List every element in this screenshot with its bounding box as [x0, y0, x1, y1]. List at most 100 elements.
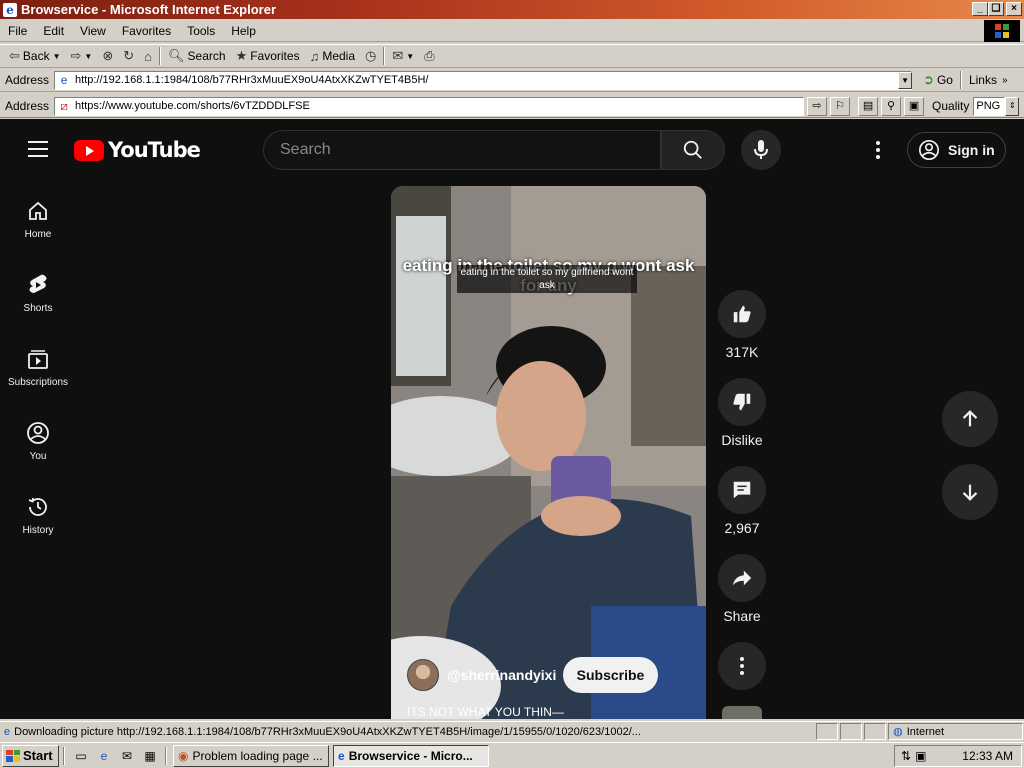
taskbar-separator	[165, 746, 167, 765]
favorites-label: Favorites	[250, 49, 300, 63]
search-placeholder: Search	[280, 141, 331, 158]
taskbar: Start ▭ e ✉ ▦ ◉ Problem loading page ...…	[0, 742, 1024, 768]
print-button[interactable]: ⎙	[419, 45, 439, 67]
quality-spinner[interactable]: ⇕	[1005, 96, 1020, 116]
menu-bar: File Edit View Favorites Tools Help	[0, 20, 1024, 42]
next-video-button[interactable]	[942, 464, 998, 520]
network-icon[interactable]: ⇅	[901, 749, 911, 763]
favorites-button[interactable]: ★ Favorites	[231, 45, 305, 67]
search-submit-button[interactable]	[661, 130, 725, 170]
outlook-icon[interactable]: ✉	[118, 747, 136, 765]
forward-button[interactable]: ⇨ ▼	[66, 45, 98, 67]
start-button[interactable]: Start	[2, 744, 59, 767]
go-arrow-button[interactable]: ⇨	[807, 96, 828, 116]
forward-dropdown-icon[interactable]: ▼	[84, 52, 92, 61]
sound-thumbnail[interactable]	[722, 706, 762, 719]
channel-avatar[interactable]	[407, 659, 439, 691]
subscribe-button[interactable]: Subscribe	[563, 657, 658, 693]
like-button[interactable]	[718, 290, 766, 338]
menu-help[interactable]: Help	[223, 24, 264, 38]
thumbs-up-icon	[733, 305, 751, 323]
back-dropdown-icon[interactable]: ▼	[53, 52, 61, 61]
dislike-button[interactable]	[718, 378, 766, 426]
menu-view[interactable]: View	[72, 24, 114, 38]
sign-in-button[interactable]: Sign in	[907, 132, 1006, 168]
youtube-logo[interactable]: YouTube	[74, 138, 201, 162]
previous-video-button[interactable]	[942, 391, 998, 447]
status-panel	[816, 723, 839, 740]
toolbar-separator	[159, 47, 162, 65]
history-button[interactable]: ◷	[360, 45, 381, 67]
search-input[interactable]: Search	[263, 130, 661, 170]
clipboard-icon[interactable]: ▣	[904, 96, 925, 116]
account-icon	[919, 140, 939, 160]
firefox-icon: ◉	[178, 748, 189, 763]
voice-search-button[interactable]	[741, 130, 781, 170]
binoculars-icon[interactable]: ⚲	[881, 96, 902, 116]
media-button[interactable]: ♫ Media	[305, 45, 360, 67]
window-title-bar[interactable]: e Browservice - Microsoft Internet Explo…	[0, 0, 1024, 19]
explorer-icon[interactable]: ▦	[141, 747, 159, 765]
video-description[interactable]: ITS NOT WHAT YOU THIN—	[407, 705, 564, 719]
history-icon: ◷	[365, 48, 377, 63]
sidebar-item-subscriptions[interactable]: Subscriptions	[0, 337, 76, 397]
sidebar-item-you[interactable]: You	[0, 411, 76, 471]
quality-label: Quality	[932, 99, 970, 113]
channel-row: @sherrinandyixi Subscribe	[407, 657, 658, 693]
back-button[interactable]: ⇦ Back ▼	[4, 45, 66, 67]
hamburger-menu-icon[interactable]	[28, 141, 48, 157]
address-dropdown-button[interactable]: ▼	[898, 71, 913, 89]
minimize-button[interactable]: _	[972, 2, 988, 16]
sidebar-label-home: Home	[24, 228, 52, 240]
comment-icon	[733, 481, 751, 499]
task-browservice[interactable]: e Browservice - Micro...	[333, 744, 489, 767]
channel-name[interactable]: @sherrinandyixi	[447, 667, 556, 683]
chevron-right-icon[interactable]: »	[1002, 75, 1008, 86]
ie-quicklaunch-icon[interactable]: e	[95, 747, 113, 765]
bookmark-icon[interactable]: ⚐	[830, 96, 851, 116]
menu-favorites[interactable]: Favorites	[114, 24, 179, 38]
vertical-dots-icon	[740, 657, 744, 675]
find-icon[interactable]: ▤	[858, 96, 879, 116]
share-button[interactable]	[718, 554, 766, 602]
sidebar-label-you: You	[29, 450, 47, 462]
menu-file[interactable]: File	[0, 24, 35, 38]
sidebar-item-shorts[interactable]: Shorts	[0, 263, 76, 323]
mail-button[interactable]: ✉ ▼	[387, 45, 419, 67]
sidebar-label-subscriptions: Subscriptions	[7, 376, 69, 388]
clock[interactable]: 12:33 AM	[962, 749, 1013, 763]
sidebar-label-history: History	[22, 524, 54, 536]
restore-button[interactable]: ❏	[988, 2, 1004, 16]
task-problem-loading[interactable]: ◉ Problem loading page ...	[173, 744, 329, 767]
toolbar-separator	[959, 71, 962, 89]
home-icon	[29, 201, 47, 220]
sidebar-item-home[interactable]: Home	[0, 189, 76, 249]
quality-select[interactable]: PNG	[973, 96, 1006, 116]
refresh-button[interactable]: ↻	[118, 45, 139, 67]
show-desktop-icon[interactable]: ▭	[72, 747, 90, 765]
close-button[interactable]: ×	[1006, 2, 1022, 16]
tray-app-icon[interactable]: ▣	[915, 749, 926, 763]
favorites-icon: ★	[235, 48, 248, 63]
search-button[interactable]: 🔍︎ Search	[163, 45, 231, 67]
status-bar: e Downloading picture http://192.168.1.1…	[0, 721, 1024, 741]
arrow-down-icon	[962, 484, 978, 501]
home-button[interactable]: ⌂	[139, 45, 157, 67]
sidebar-item-history[interactable]: History	[0, 485, 76, 545]
links-button[interactable]: Links	[964, 69, 1002, 91]
mail-dropdown-icon[interactable]: ▼	[406, 52, 414, 61]
shorts-video-player[interactable]: eating in the toilet so my g wont ask fo…	[391, 186, 706, 719]
go-button[interactable]: ➲ Go	[918, 69, 958, 91]
page-icon-blocked: ⧄	[60, 99, 68, 113]
comments-button[interactable]	[718, 466, 766, 514]
browservice-address-input[interactable]: ⧄ https://www.youtube.com/shorts/6vTZDDD…	[54, 96, 805, 116]
more-options-icon[interactable]	[868, 139, 888, 161]
magnifier-icon	[683, 140, 702, 159]
menu-tools[interactable]: Tools	[179, 24, 223, 38]
stop-button[interactable]: ⊗	[97, 45, 118, 67]
menu-edit[interactable]: Edit	[35, 24, 72, 38]
sign-in-label: Sign in	[948, 142, 995, 158]
video-more-button[interactable]	[718, 642, 766, 690]
toolbar-separator	[383, 47, 386, 65]
ie-address-input[interactable]: e http://192.168.1.1:1984/108/b77RHr3xMu…	[54, 70, 913, 90]
